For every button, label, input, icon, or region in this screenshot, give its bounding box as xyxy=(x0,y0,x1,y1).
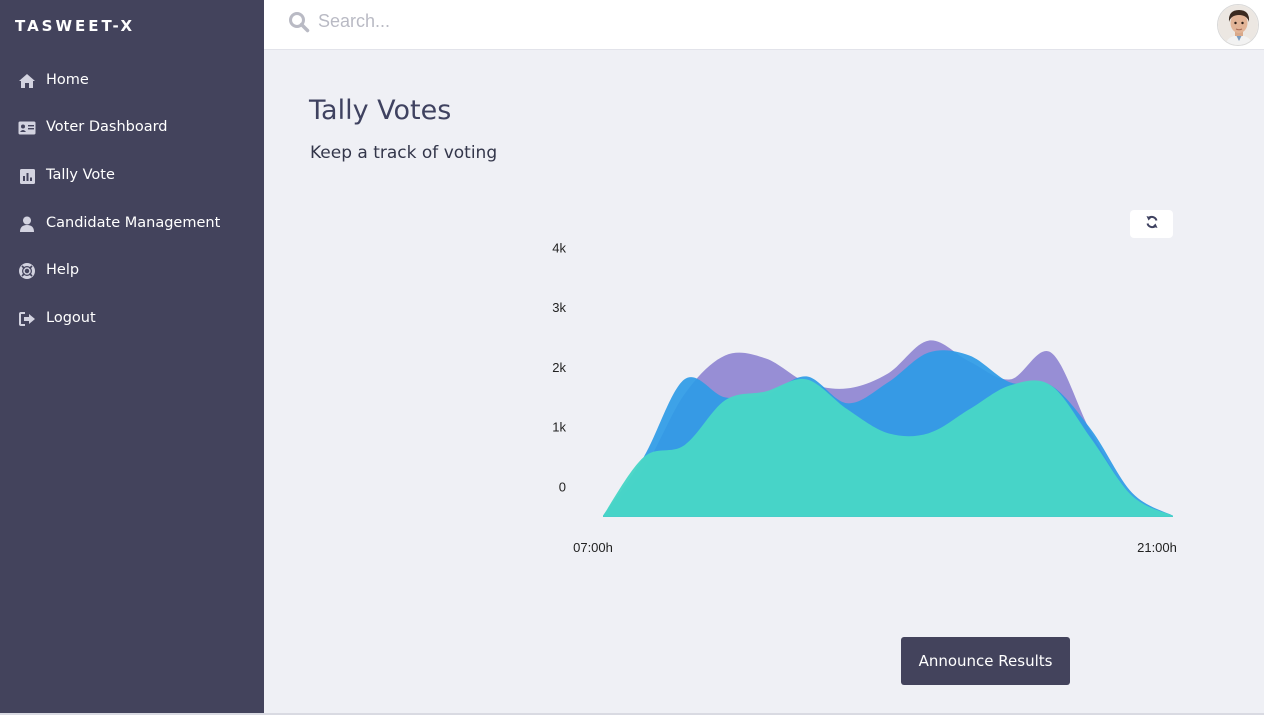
brand-logo: TASWEET-X xyxy=(15,17,136,35)
sidebar-item-label: Home xyxy=(46,72,89,88)
user-icon xyxy=(18,216,36,232)
x-tick-label: 21:00h xyxy=(1137,540,1177,555)
search-icon[interactable] xyxy=(288,11,310,33)
sidebar-item-home[interactable]: Home xyxy=(0,61,264,101)
votes-area-chart: 0 1k 2k 3k 4k 07:00h 21:00h xyxy=(552,240,1177,555)
sidebar-item-label: Tally Vote xyxy=(46,167,115,183)
page-title: Tally Votes xyxy=(309,95,452,126)
y-tick-label: 0 xyxy=(559,480,566,495)
sidebar-item-label: Candidate Management xyxy=(46,215,221,231)
bar-chart-icon xyxy=(18,168,36,184)
announce-results-button[interactable]: Announce Results xyxy=(901,637,1070,685)
sidebar: TASWEET-X Home Voter Dashboard Tally Vot… xyxy=(0,0,264,713)
sidebar-item-candidate-management[interactable]: Candidate Management xyxy=(0,204,264,244)
top-bar xyxy=(264,0,1264,50)
x-tick-label: 07:00h xyxy=(573,540,613,555)
y-tick-label: 4k xyxy=(552,240,566,255)
sidebar-item-voter-dashboard[interactable]: Voter Dashboard xyxy=(0,108,264,148)
y-tick-label: 3k xyxy=(552,300,566,315)
sign-out-icon xyxy=(18,311,36,327)
sidebar-item-label: Help xyxy=(46,262,80,278)
sidebar-item-label: Voter Dashboard xyxy=(46,119,168,135)
id-card-icon xyxy=(18,120,36,136)
avatar[interactable] xyxy=(1217,4,1259,46)
sidebar-item-label: Logout xyxy=(46,310,96,326)
sidebar-item-logout[interactable]: Logout xyxy=(0,299,264,339)
sidebar-item-help[interactable]: Help xyxy=(0,251,264,291)
life-ring-icon xyxy=(18,263,36,279)
home-icon xyxy=(18,73,36,89)
page-subtitle: Keep a track of voting xyxy=(310,143,498,163)
y-tick-label: 1k xyxy=(552,420,566,435)
sidebar-item-tally-vote[interactable]: Tally Vote xyxy=(0,156,264,196)
y-tick-label: 2k xyxy=(552,360,566,375)
search-input[interactable] xyxy=(318,7,718,35)
